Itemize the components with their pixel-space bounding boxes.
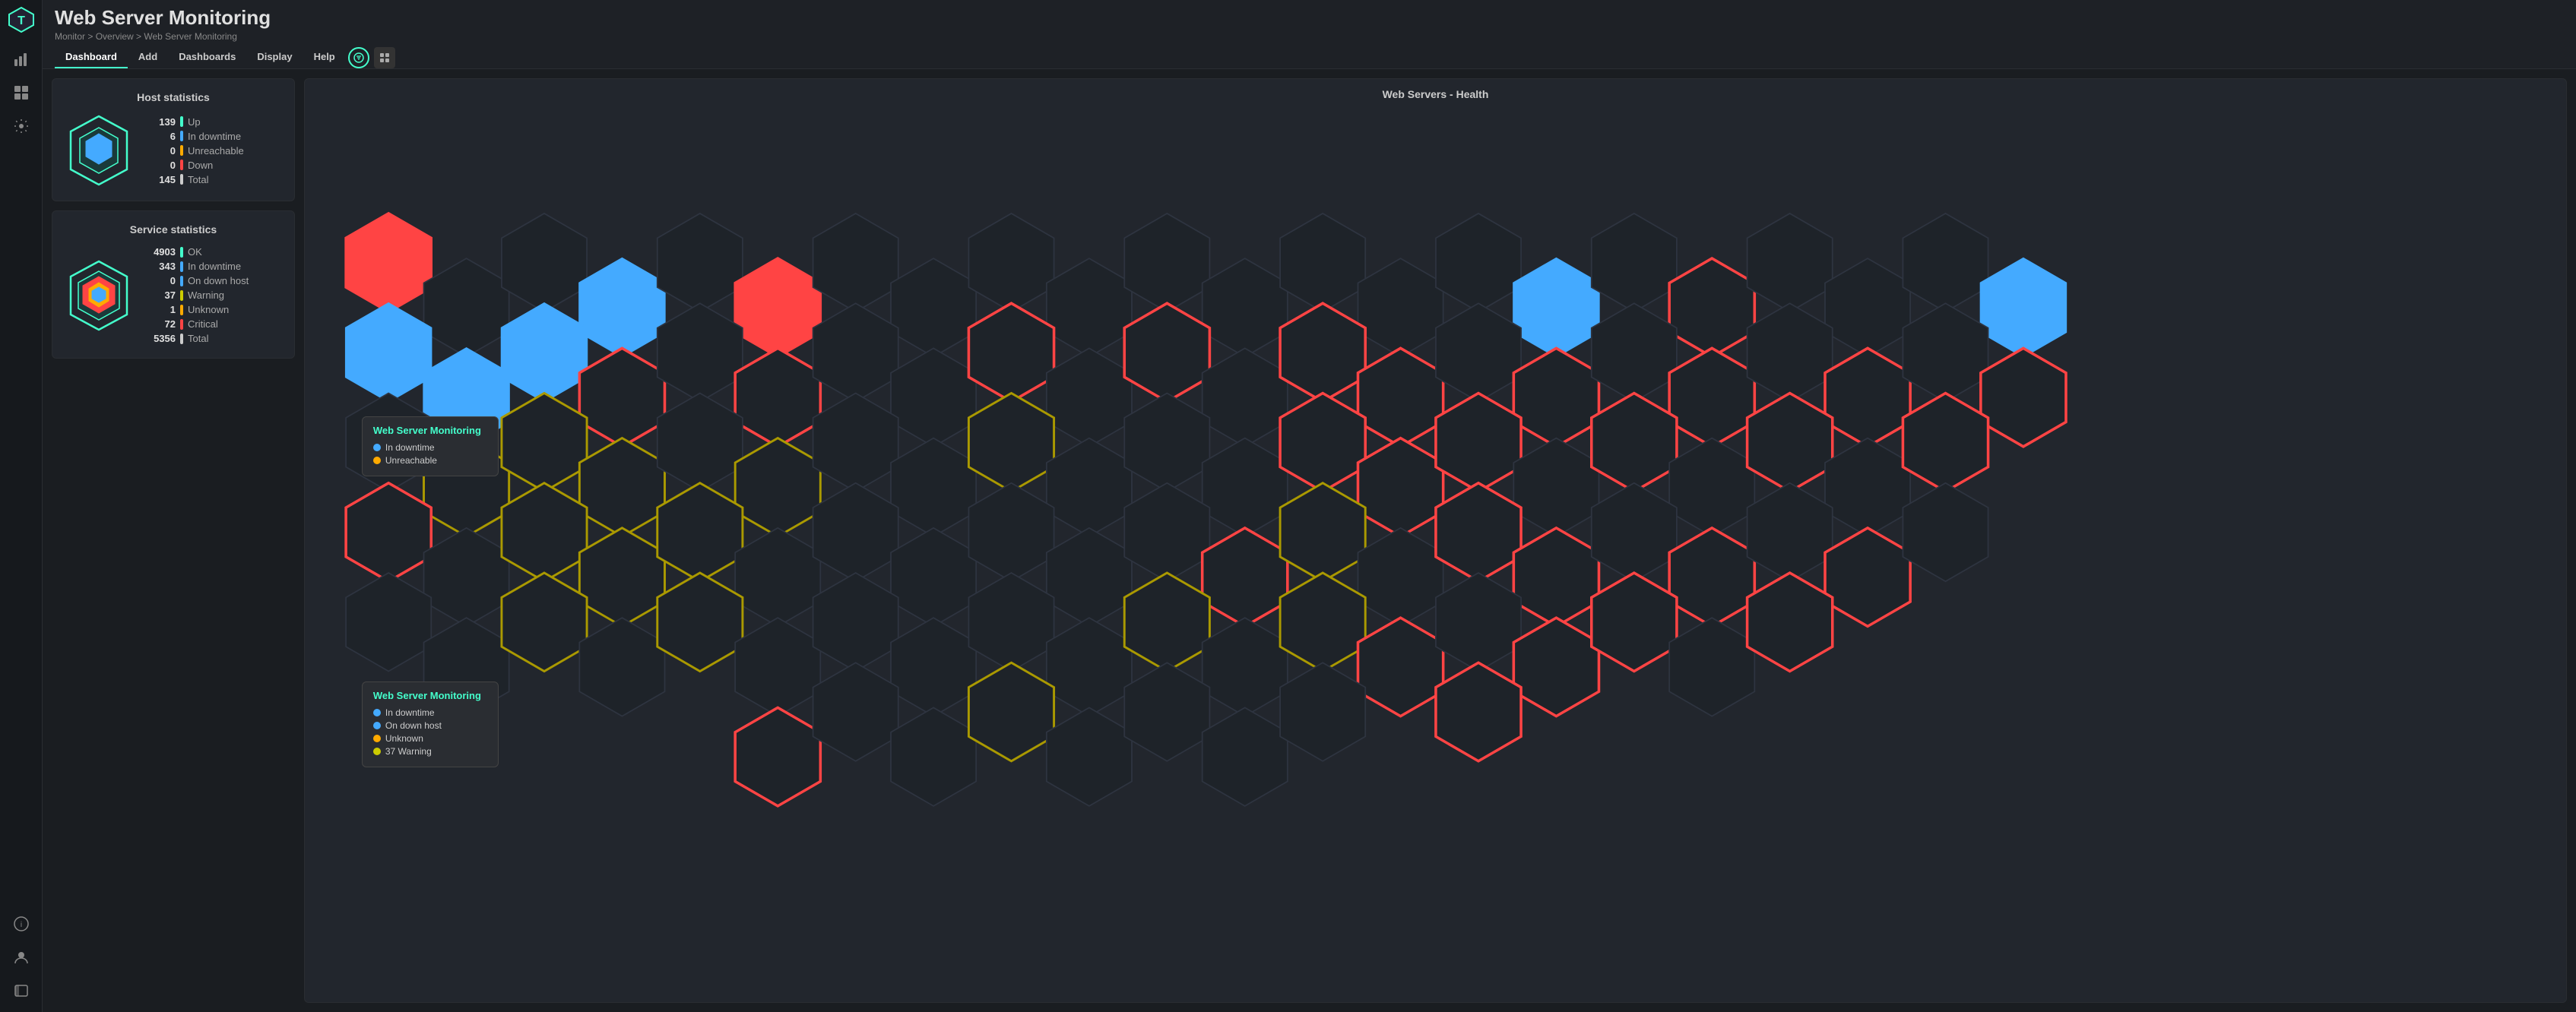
host-hex-icon xyxy=(65,112,133,188)
sidebar: T i xyxy=(0,0,43,1012)
nav-icon-grid[interactable] xyxy=(374,47,395,68)
app-logo[interactable]: T xyxy=(8,6,35,33)
breadcrumb: Monitor > Overview > Web Server Monitori… xyxy=(55,31,271,42)
service-stat-rows: 4903 OK 343 In downtime 0 On down xyxy=(145,245,282,346)
nav-item-dashboards[interactable]: Dashboards xyxy=(168,46,246,68)
stat-row-svc-indowntime: 343 In downtime xyxy=(145,259,282,274)
main-area: Web Server Monitoring Monitor > Overview… xyxy=(43,0,2576,1012)
stat-row-total-host: 145 Total xyxy=(145,172,282,187)
stat-row-down: 0 Down xyxy=(145,158,282,172)
host-stat-rows: 139 Up 6 In downtime 0 Unreachabl xyxy=(145,115,282,187)
stat-row-indowntime: 6 In downtime xyxy=(145,129,282,144)
sidebar-item-user[interactable] xyxy=(6,942,36,972)
stat-bar-total-svc xyxy=(180,334,183,344)
nav-item-help[interactable]: Help xyxy=(303,46,346,68)
stat-row-warning: 37 Warning xyxy=(145,288,282,302)
stat-num-ok: 4903 xyxy=(145,246,176,258)
top-header: Web Server Monitoring Monitor > Overview… xyxy=(43,0,2576,69)
stat-num-unknown: 1 xyxy=(145,304,176,315)
stat-label-total-svc: Total xyxy=(188,333,208,344)
stat-num-critical: 72 xyxy=(145,318,176,330)
stat-row-critical: 72 Critical xyxy=(145,317,282,331)
nav-item-add[interactable]: Add xyxy=(128,46,168,68)
hex-grid-panel: Web Servers - Health Web Server Monitori… xyxy=(304,78,2567,1003)
stat-label-total-host: Total xyxy=(188,174,208,185)
stat-label-warning: Warning xyxy=(188,289,224,301)
stat-bar-unknown xyxy=(180,305,183,315)
service-statistics-inner: 4903 OK 343 In downtime 0 On down xyxy=(65,245,282,346)
nav-item-display[interactable]: Display xyxy=(246,46,303,68)
stat-label-down: Down xyxy=(188,160,213,171)
stat-label-critical: Critical xyxy=(188,318,218,330)
stat-num-total-host: 145 xyxy=(145,174,176,185)
stat-num-total-svc: 5356 xyxy=(145,333,176,344)
sidebar-item-charts[interactable] xyxy=(6,44,36,74)
stat-row-up: 139 Up xyxy=(145,115,282,129)
host-statistics-title: Host statistics xyxy=(65,91,282,103)
stats-panel: Host statistics xyxy=(52,78,295,1003)
service-statistics-title: Service statistics xyxy=(65,223,282,236)
stat-row-ok: 4903 OK xyxy=(145,245,282,259)
host-hex-container xyxy=(65,112,133,188)
stat-num-down: 0 xyxy=(145,160,176,171)
stat-label-svc-indowntime: In downtime xyxy=(188,261,241,272)
stat-num-indowntime: 6 xyxy=(145,131,176,142)
nav-menu: Dashboard Add Dashboards Display Help xyxy=(55,46,2564,68)
host-statistics-inner: 139 Up 6 In downtime 0 Unreachabl xyxy=(65,112,282,188)
stat-bar-total-host xyxy=(180,174,183,185)
stat-num-ondownhost: 0 xyxy=(145,275,176,286)
stat-bar-ok xyxy=(180,247,183,258)
svg-text:T: T xyxy=(17,14,25,27)
stat-label-ok: OK xyxy=(188,246,202,258)
stat-bar-unreachable xyxy=(180,145,183,156)
service-hex-icon xyxy=(65,258,133,334)
sidebar-item-collapse[interactable] xyxy=(6,976,36,1006)
stat-row-total-svc: 5356 Total xyxy=(145,331,282,346)
stat-label-indowntime: In downtime xyxy=(188,131,241,142)
stat-label-up: Up xyxy=(188,116,201,128)
hex-grid-canvas: Web Server Monitoring In downtime Unreac… xyxy=(317,108,2554,990)
nav-icon-filter[interactable] xyxy=(348,47,369,68)
page-title: Web Server Monitoring xyxy=(55,6,271,30)
stat-bar-warning xyxy=(180,290,183,301)
stat-bar-ondownhost xyxy=(180,276,183,286)
sidebar-item-info[interactable]: i xyxy=(6,909,36,939)
stat-bar-down xyxy=(180,160,183,170)
stat-row-unreachable: 0 Unreachable xyxy=(145,144,282,158)
host-statistics-card: Host statistics xyxy=(52,78,295,201)
stat-num-warning: 37 xyxy=(145,289,176,301)
stat-label-ondownhost: On down host xyxy=(188,275,249,286)
content-body: Host statistics xyxy=(43,69,2576,1012)
sidebar-item-dashboard[interactable] xyxy=(6,77,36,108)
stat-bar-svc-indowntime xyxy=(180,261,183,272)
stat-row-unknown: 1 Unknown xyxy=(145,302,282,317)
stat-bar-critical xyxy=(180,319,183,330)
svg-text:i: i xyxy=(20,921,21,929)
service-statistics-card: Service statistics xyxy=(52,210,295,359)
stat-bar-indowntime xyxy=(180,131,183,141)
stat-row-ondownhost: 0 On down host xyxy=(145,274,282,288)
hex-grid-title: Web Servers - Health xyxy=(317,88,2554,100)
sidebar-item-settings[interactable] xyxy=(6,111,36,141)
stat-num-unreachable: 0 xyxy=(145,145,176,157)
stat-label-unreachable: Unreachable xyxy=(188,145,244,157)
nav-item-dashboard[interactable]: Dashboard xyxy=(55,46,128,68)
service-hex-container xyxy=(65,258,133,334)
stat-num-up: 139 xyxy=(145,116,176,128)
stat-label-unknown: Unknown xyxy=(188,304,229,315)
stat-num-svc-indowntime: 343 xyxy=(145,261,176,272)
stat-bar-up xyxy=(180,116,183,127)
hex-grid-svg xyxy=(317,108,2554,990)
